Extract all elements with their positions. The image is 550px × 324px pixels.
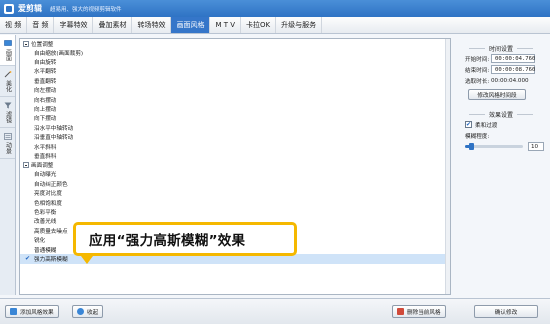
- effect-settings-title: 效果设置: [488, 112, 513, 119]
- side-tab-label: 画面: [4, 48, 12, 61]
- start-time-row: 开始时间: 00:00:04.760: [465, 53, 547, 64]
- list-item[interactable]: 亮度对比度: [20, 188, 450, 197]
- group-title: 画面调整: [31, 163, 54, 170]
- collapse-button[interactable]: 收起: [72, 305, 104, 318]
- list-item[interactable]: 自动曝光: [20, 170, 450, 179]
- screen-icon: [3, 39, 12, 46]
- list-item[interactable]: 自动纠正颜色: [20, 179, 450, 188]
- add-style-icon: [10, 308, 17, 315]
- soft-transition-checkbox[interactable]: ✔: [465, 121, 472, 128]
- add-style-label: 添加风格效果: [20, 309, 54, 316]
- side-tab-strip: 画面 美化 滤镜 动景: [0, 35, 16, 295]
- motion-icon: [3, 132, 12, 140]
- list-item-label: 强力高斯模糊: [34, 256, 68, 263]
- tab-picture-style[interactable]: 画面风格: [171, 17, 211, 33]
- duration-value: 00:00:04.000: [491, 77, 529, 84]
- side-tab-beautify[interactable]: 美化: [0, 66, 15, 97]
- blur-slider-row: 10: [465, 141, 547, 152]
- tab-transitions[interactable]: 转场特效: [132, 17, 172, 33]
- tab-subtitle-effects[interactable]: 字幕特效: [54, 17, 94, 33]
- delete-style-label: 删除当前风格: [407, 309, 441, 316]
- tab-audio[interactable]: 音 频: [27, 17, 55, 33]
- list-item[interactable]: 向上摆动: [20, 104, 450, 113]
- side-tab-label: 美化: [4, 79, 12, 92]
- end-time-row: 结束时间: 00:00:08.760: [465, 64, 547, 75]
- list-item[interactable]: 向左摆动: [20, 86, 450, 95]
- side-tab-filter[interactable]: 滤镜: [0, 97, 15, 128]
- blur-slider-thumb[interactable]: [468, 143, 474, 150]
- callout-text: 应用“强力高斯模糊”效果: [89, 233, 246, 249]
- list-item[interactable]: 向右摆动: [20, 95, 450, 104]
- side-tab-label: 动景: [4, 141, 12, 154]
- group-header-position[interactable]: 位置调整: [20, 39, 450, 48]
- filter-icon: [4, 102, 11, 108]
- start-time-label: 开始时间:: [465, 56, 490, 63]
- app-name: 爱剪辑: [18, 4, 42, 13]
- side-tab-picture[interactable]: 画面: [0, 35, 15, 66]
- divider: [468, 48, 485, 49]
- list-item[interactable]: 向下摆动: [20, 114, 450, 123]
- add-style-button[interactable]: 添加风格效果: [5, 305, 59, 318]
- effect-settings-header: 效果设置: [455, 110, 547, 119]
- group-title: 位置调整: [31, 41, 54, 48]
- tab-mtv[interactable]: M T V: [210, 17, 242, 33]
- bottom-toolbar: 添加风格效果 收起 删除当前风格 确认修改: [0, 298, 550, 324]
- tab-karaoke[interactable]: 卡拉OK: [241, 17, 277, 33]
- collapse-toggle-icon[interactable]: [23, 162, 29, 169]
- callout-pointer: [81, 256, 93, 264]
- delete-icon: [397, 308, 404, 315]
- list-item[interactable]: 垂直翻转: [20, 76, 450, 85]
- list-item[interactable]: 水平斜科: [20, 142, 450, 151]
- title-bar: 爱剪辑 超易用、强大的视频剪辑软件: [0, 0, 550, 17]
- group-header-picture-adjust[interactable]: 画面调整: [20, 161, 450, 170]
- app-logo-icon: [4, 3, 14, 14]
- time-settings-title: 时间设置: [488, 46, 513, 53]
- confirm-modify-button[interactable]: 确认修改: [474, 305, 538, 318]
- side-tab-label: 滤镜: [4, 110, 12, 123]
- modify-time-range-button[interactable]: 修改风格时间段: [468, 89, 526, 100]
- wand-icon: [4, 70, 11, 77]
- start-time-input[interactable]: 00:00:04.760: [491, 54, 535, 63]
- callout-box: 应用“强力高斯模糊”效果: [73, 222, 297, 256]
- list-item[interactable]: 自由旋转: [20, 57, 450, 66]
- divider: [517, 114, 533, 115]
- tab-video[interactable]: 视 频: [0, 17, 28, 33]
- list-item[interactable]: 水平翻转: [20, 67, 450, 76]
- duration-label: 选取时长:: [465, 78, 490, 85]
- time-settings-header: 时间设置: [455, 44, 547, 53]
- blur-label-row: 模糊程度:: [465, 130, 547, 141]
- list-item[interactable]: 沿水平中轴转动: [20, 123, 450, 132]
- tab-overlay[interactable]: 叠加素材: [93, 17, 133, 33]
- blur-slider[interactable]: [465, 143, 523, 150]
- soft-transition-label: 柔和过渡: [475, 122, 498, 129]
- list-item[interactable]: 自由缩放(画面裁剪): [20, 48, 450, 57]
- delete-style-button[interactable]: 删除当前风格: [392, 305, 446, 318]
- settings-panel: 时间设置 开始时间: 00:00:04.760 结束时间: 00:00:08.7…: [455, 38, 547, 295]
- divider: [468, 114, 485, 115]
- list-scrollbar[interactable]: [445, 39, 450, 294]
- list-item[interactable]: 沿垂直中轴转动: [20, 133, 450, 142]
- end-time-label: 结束时间:: [465, 67, 490, 74]
- list-item[interactable]: 色彩平衡: [20, 207, 450, 216]
- end-time-input[interactable]: 00:00:08.760: [491, 65, 535, 74]
- collapse-label: 收起: [87, 309, 99, 316]
- collapse-icon: [77, 308, 84, 315]
- divider: [517, 48, 533, 49]
- side-tab-motion[interactable]: 动景: [0, 128, 15, 159]
- blur-value-input[interactable]: 10: [528, 142, 544, 151]
- checkmark-icon: ✔: [25, 255, 31, 263]
- list-item[interactable]: 垂直斜科: [20, 151, 450, 160]
- blur-label: 模糊程度:: [465, 133, 490, 140]
- soft-transition-row[interactable]: ✔ 柔和过渡: [465, 119, 547, 130]
- tab-upgrade-service[interactable]: 升级与服务: [276, 17, 323, 33]
- app-slogan: 超易用、强大的视频剪辑软件: [50, 6, 122, 13]
- list-item[interactable]: 色相饱和度: [20, 198, 450, 207]
- duration-row: 选取时长: 00:00:04.000: [465, 75, 547, 86]
- menu-bar: 视 频 音 频 字幕特效 叠加素材 转场特效 画面风格 M T V 卡拉OK 升…: [0, 17, 550, 34]
- collapse-toggle-icon[interactable]: [23, 40, 29, 47]
